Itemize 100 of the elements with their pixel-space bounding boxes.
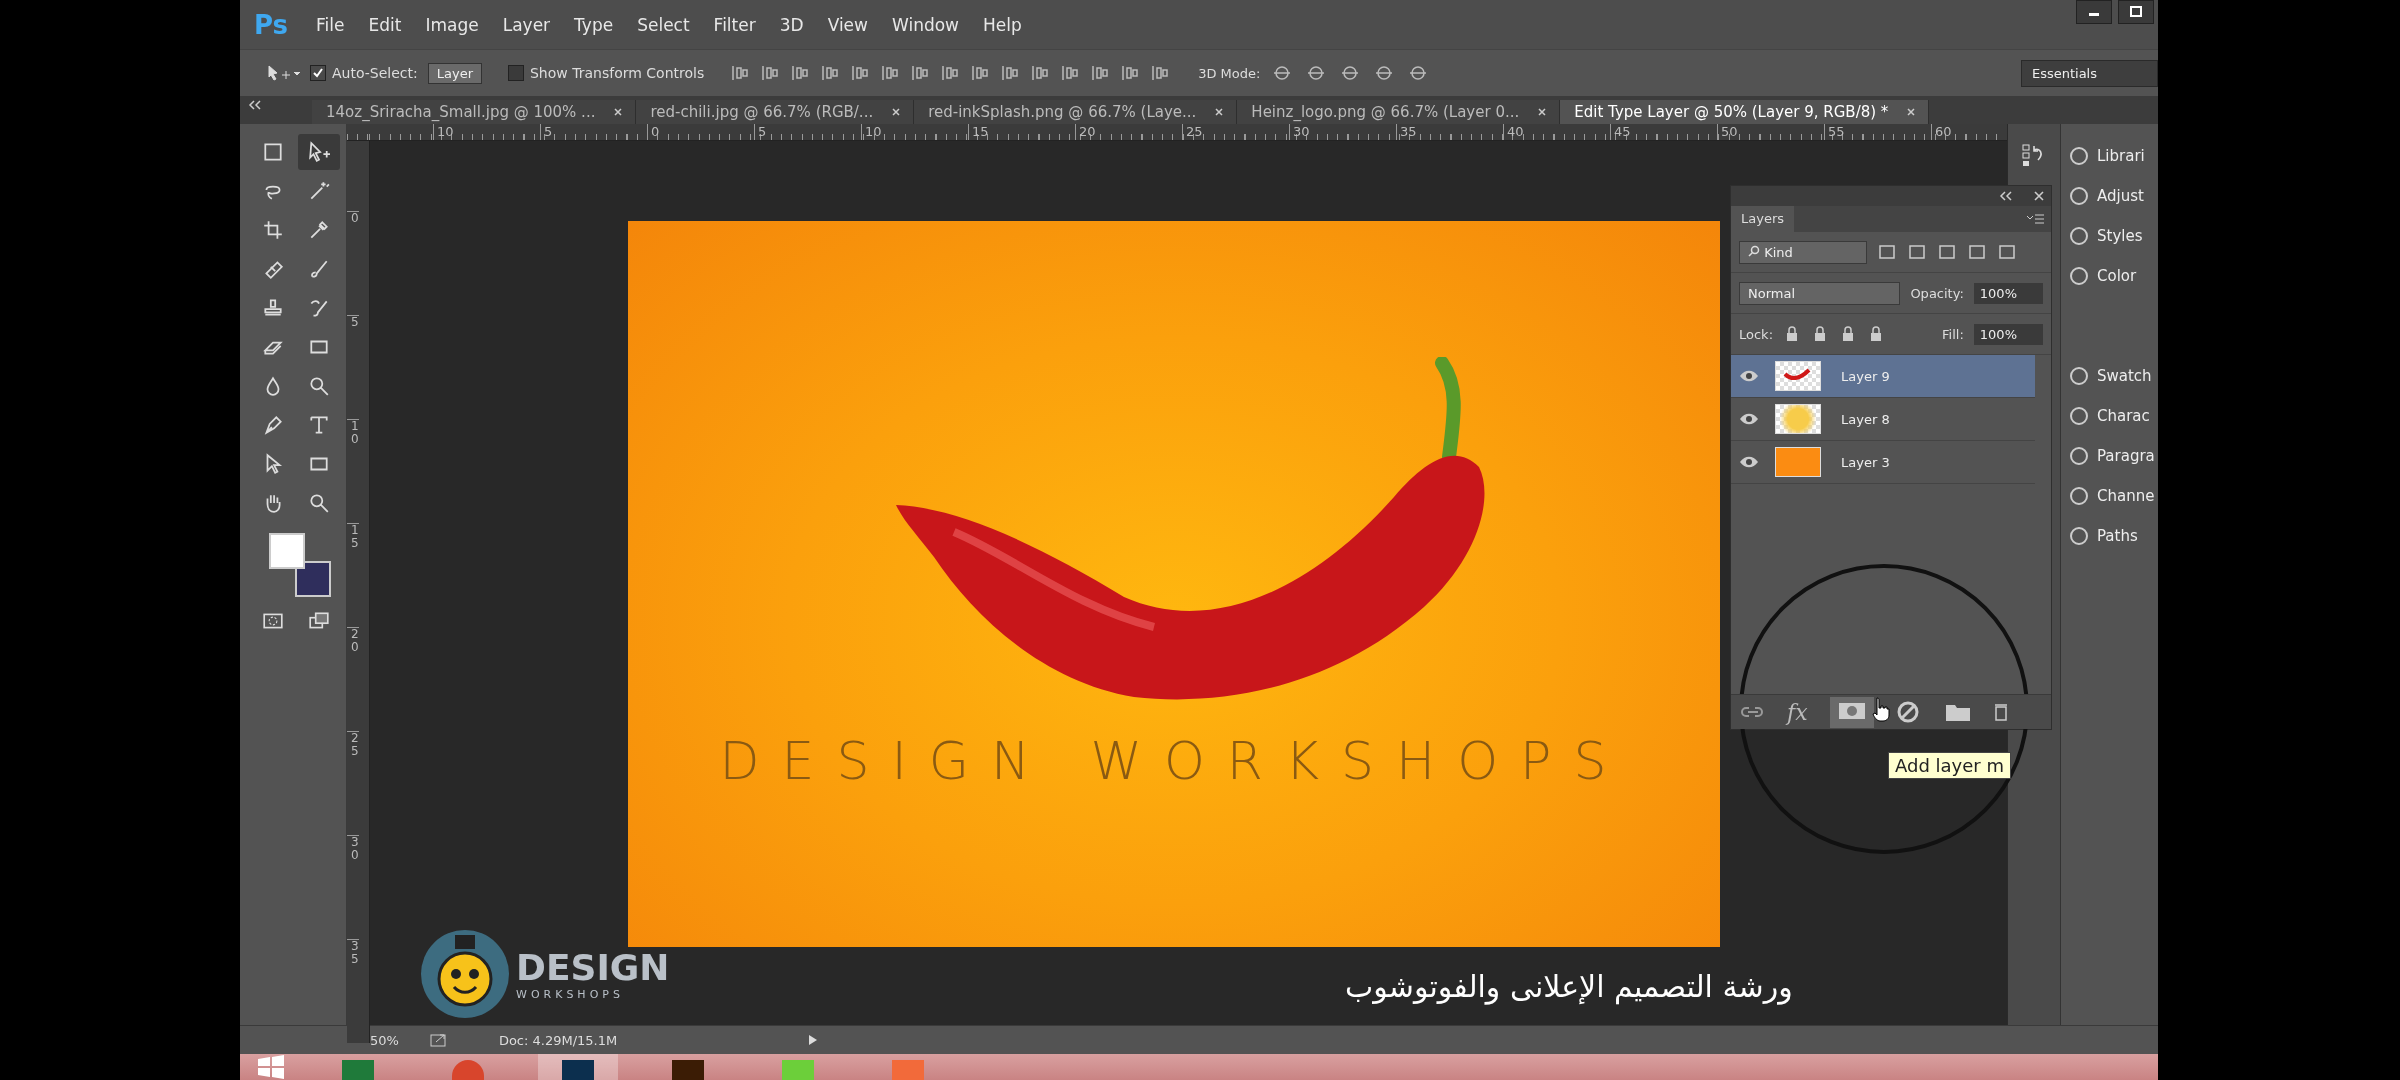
panel-button[interactable]: Paths	[2061, 516, 2158, 556]
close-icon[interactable]	[1906, 107, 1917, 117]
ruler-label: 0	[347, 211, 359, 315]
type-tool-icon	[308, 414, 330, 436]
foreground-color-swatch[interactable]	[269, 533, 305, 569]
menu-item[interactable]: Window	[891, 14, 959, 35]
ruler-label: 35	[1396, 124, 1503, 140]
target-dropdown[interactable]: Layer	[427, 62, 482, 84]
ruler-label: 5	[347, 315, 359, 419]
panel-button[interactable]: Adjust	[2061, 176, 2158, 216]
fill-label: Fill:	[1942, 326, 1964, 342]
ruler-label: 10	[347, 419, 359, 523]
fill-field[interactable]: 100%	[1973, 323, 2043, 345]
panel-icon	[2067, 264, 2091, 288]
panel-button[interactable]: Paragra	[2061, 436, 2158, 476]
transform-controls-checkbox[interactable]	[508, 65, 524, 81]
eyedropper-tool-icon	[308, 219, 330, 241]
eye-icon[interactable]	[1739, 369, 1759, 383]
auto-select-checkbox[interactable]	[310, 65, 326, 81]
eye-icon[interactable]	[1739, 455, 1759, 469]
filter-icon[interactable]	[1877, 242, 1897, 262]
menu-item[interactable]: File	[316, 14, 345, 35]
filter-icon[interactable]	[1907, 242, 1927, 262]
panel-button[interactable]: Librari	[2061, 136, 2158, 176]
ruler-label: 5	[540, 124, 647, 140]
panel-icon	[2067, 224, 2091, 248]
background-color-swatch[interactable]	[295, 561, 331, 597]
panel-button[interactable]: Color	[2061, 256, 2158, 296]
filter-icon[interactable]	[1997, 242, 2017, 262]
filter-icon[interactable]	[1937, 242, 1957, 262]
menu-item[interactable]: Image	[425, 14, 479, 35]
panel-icon	[2067, 484, 2091, 508]
healing-tool-icon	[262, 258, 284, 280]
share-icon[interactable]	[428, 1032, 449, 1048]
document-tab[interactable]: Edit Type Layer @ 50% (Layer 9, RGB/8) *	[1560, 100, 1930, 124]
document-tab[interactable]: 14oz_Sriracha_Small.jpg @ 100% ...	[312, 100, 637, 124]
layer-style-button[interactable]: fx	[1787, 699, 1808, 725]
video-caption: ورشة التصميم الإعلانى والفوتوشوب	[1345, 969, 1793, 1004]
ruler-label: 20	[347, 627, 359, 731]
move-tool-button[interactable]	[298, 134, 340, 170]
panel-button[interactable]: Charac	[2061, 396, 2158, 436]
close-icon[interactable]	[2033, 190, 2045, 202]
menu-icon[interactable]	[2025, 213, 2045, 225]
panel-icon	[2067, 364, 2091, 388]
ruler-label: 10	[861, 124, 968, 140]
menu-item[interactable]: Help	[983, 14, 1022, 35]
3d-mode-label: 3D Mode:	[1198, 65, 1261, 81]
trash-icon[interactable]	[1993, 702, 2008, 722]
menu-item[interactable]: Type	[574, 14, 614, 35]
search-icon	[1748, 244, 1760, 257]
move-tool-icon[interactable]	[266, 63, 300, 83]
logo-subtitle: WORKSHOPS	[516, 988, 625, 1001]
menu-item[interactable]: Edit	[368, 14, 402, 35]
add-mask-button[interactable]	[1829, 696, 1874, 728]
history-tool-icon	[308, 297, 330, 319]
lock-label: Lock:	[1739, 326, 1774, 342]
transform-controls-label: Show Transform Controls	[530, 65, 705, 81]
layer-row[interactable]: Layer 3	[1731, 441, 2035, 484]
panel-button[interactable]: Styles	[2061, 216, 2158, 256]
tooltip: Add layer m	[1888, 752, 2011, 779]
menu-item[interactable]: View	[827, 14, 868, 35]
layers-tab[interactable]: Layers	[1731, 206, 1795, 232]
panel-button[interactable]: Swatch	[2061, 356, 2158, 396]
document-tab[interactable]: red-inkSplash.png @ 66.7% (Laye...	[914, 100, 1238, 124]
marquee-tool-icon	[262, 141, 284, 163]
close-icon[interactable]	[1214, 107, 1225, 117]
ruler-label: 40	[1503, 124, 1610, 140]
ruler-label: 15	[968, 124, 1075, 140]
taskbar-active-app[interactable]	[538, 1054, 618, 1080]
opacity-field[interactable]: 100%	[1973, 282, 2043, 304]
eye-icon[interactable]	[1739, 412, 1759, 426]
collapse-icon[interactable]	[248, 100, 262, 110]
menu-item[interactable]: Layer	[502, 14, 551, 35]
ruler-label: 5	[754, 124, 861, 140]
panel-button[interactable]: Channe	[2061, 476, 2158, 516]
document-tab[interactable]: Heinz_logo.png @ 66.7% (Layer 0...	[1237, 100, 1561, 124]
hand-cursor-icon	[1871, 696, 1893, 722]
menu-item[interactable]: 3D	[779, 14, 804, 35]
ruler-label: 45	[1610, 124, 1717, 140]
layer-row[interactable]: Layer 9	[1731, 355, 2035, 398]
opacity-label: Opacity:	[1910, 285, 1964, 301]
panel-icon	[2067, 444, 2091, 468]
close-icon[interactable]	[1537, 107, 1548, 117]
ruler-label: 55	[1824, 124, 1931, 140]
layer-thumbnail	[1775, 404, 1821, 434]
workspace-dropdown[interactable]: Essentials	[2020, 59, 2158, 87]
document-tab[interactable]: red-chili.jpg @ 66.7% (RGB/...	[636, 100, 915, 124]
zoom-level[interactable]: 50%	[370, 1032, 399, 1048]
menu-item[interactable]: Filter	[713, 14, 756, 35]
filter-dropdown[interactable]: Kind	[1739, 240, 1867, 264]
move-tool-icon	[308, 141, 330, 163]
menu-item[interactable]: Select	[637, 14, 690, 35]
blend-mode-dropdown[interactable]: Normal	[1739, 281, 1901, 305]
close-icon[interactable]	[891, 107, 902, 117]
layer-row[interactable]: Layer 8	[1731, 398, 2035, 441]
filter-icon[interactable]	[1967, 242, 1987, 262]
maximize-button[interactable]	[2118, 0, 2154, 24]
panel-icon	[2067, 144, 2091, 168]
close-icon[interactable]	[613, 107, 624, 117]
minimize-button[interactable]	[2076, 0, 2112, 24]
